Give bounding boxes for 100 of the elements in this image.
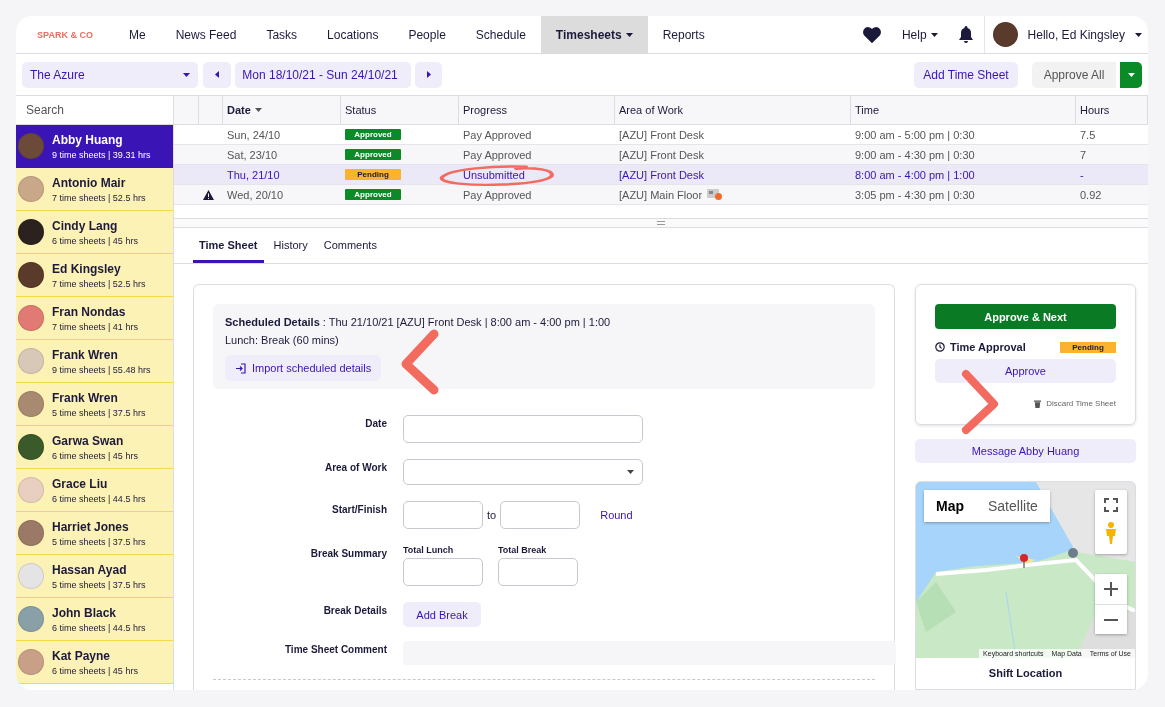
person-item[interactable]: Cindy Lang 6 time sheets | 45 hrs <box>16 211 173 254</box>
user-menu[interactable]: Hello, Ed Kingsley <box>983 16 1142 53</box>
person-item[interactable]: Frank Wren 9 time sheets | 55.48 hrs <box>16 340 173 383</box>
person-item[interactable]: Fran Nondas 7 time sheets | 41 hrs <box>16 297 173 340</box>
table-row[interactable]: Thu, 21/10 Pending Unsubmitted [AZU] Front Desk 8:00 am - 4:00 pm | 1:00 - <box>174 165 1148 185</box>
nav-tab[interactable]: Reports <box>647 16 720 53</box>
add-break-button[interactable]: Add Break <box>403 602 481 627</box>
table-cell-text: Pay Approved <box>462 188 533 201</box>
zoom-out-button[interactable] <box>1095 604 1127 634</box>
caret-icon <box>183 72 190 77</box>
nav-tab[interactable]: Me <box>114 16 161 53</box>
column-header[interactable]: Progress <box>459 96 615 124</box>
approve-button[interactable]: Approve <box>935 359 1116 383</box>
person-summary: 6 time sheets | 45 hrs <box>52 450 138 461</box>
column-header[interactable]: Status <box>341 96 459 124</box>
area-select[interactable] <box>403 459 643 485</box>
fullscreen-icon[interactable] <box>1104 498 1118 512</box>
import-button[interactable]: Import scheduled details <box>225 355 382 381</box>
column-header[interactable]: Hours <box>1076 96 1148 124</box>
nav-tab[interactable]: Locations <box>312 16 394 53</box>
caret-icon <box>1135 32 1142 37</box>
previous-week-button[interactable] <box>203 61 231 88</box>
column-header[interactable]: Time <box>851 96 1076 124</box>
approval-title: Time Approval <box>950 341 1026 353</box>
person-summary: 6 time sheets | 45 hrs <box>52 235 138 246</box>
total-lunch-field[interactable] <box>403 558 483 586</box>
table-cell-text: Wed, 20/10 <box>226 188 285 201</box>
column-header[interactable]: Area of Work <box>615 96 851 124</box>
approve-next-button[interactable]: Approve & Next <box>935 304 1116 329</box>
nav-tab[interactable]: News Feed <box>160 16 252 53</box>
person-name: Cindy Lang <box>52 218 119 233</box>
person-item[interactable]: Frank Wren 5 time sheets | 37.5 hrs <box>16 383 173 426</box>
column-header[interactable]: Date <box>223 96 341 124</box>
table-cell-text: 9:00 am - 5:00 pm | 0:30 <box>854 128 976 141</box>
bell-icon[interactable] <box>957 25 974 44</box>
table-cell: [AZU] Front Desk <box>619 148 704 161</box>
approve-options-button[interactable] <box>1120 61 1142 88</box>
person-item[interactable]: Garwa Swan 6 time sheets | 45 hrs <box>16 426 173 469</box>
field-label: Start/Finish <box>331 503 387 515</box>
approve-all-button[interactable]: Approve All <box>1032 61 1116 88</box>
status-badge: Approved <box>345 189 401 200</box>
person-figure-icon[interactable] <box>1105 522 1117 544</box>
person-name: Grace Liu <box>52 476 109 491</box>
person-name: Hassan Ayad <box>52 562 128 577</box>
person-item[interactable]: Ed Kingsley 7 time sheets | 52.5 hrs <box>16 254 173 297</box>
table-row[interactable]: Wed, 20/10 Approved Pay Approved [AZU] Main Floor 3:05 pm - 4:30 pm | 0:30 0.92 <box>174 185 1148 205</box>
status-badge: Approved <box>345 149 401 160</box>
person-name: Harriet Jones <box>52 519 130 534</box>
person-item[interactable]: Grace Liu 6 time sheets | 44.5 hrs <box>16 469 173 512</box>
add-time-sheet-button[interactable]: Add Time Sheet <box>914 61 1018 88</box>
round-link[interactable]: Round <box>600 509 633 521</box>
heart-icon[interactable] <box>861 25 882 44</box>
table-row[interactable]: Sat, 23/10 Approved Pay Approved [AZU] Front Desk 9:00 am - 4:30 pm | 0:30 7 <box>174 145 1148 165</box>
person-item[interactable]: Abby Huang 9 time sheets | 39.31 hrs <box>16 125 173 168</box>
field-label: Date <box>364 417 387 429</box>
map-type-tab[interactable]: Satellite <box>976 490 1050 522</box>
next-week-button[interactable] <box>415 61 442 88</box>
person-summary: 7 time sheets | 52.5 hrs <box>52 192 146 203</box>
left-arrow-icon <box>215 71 219 78</box>
field-label: Total Break <box>498 545 548 555</box>
person-item[interactable]: Antonio Mair 7 time sheets | 52.5 hrs <box>16 168 173 211</box>
table-cell-text: 9:00 am - 4:30 pm | 0:30 <box>854 148 976 161</box>
date-field[interactable] <box>403 415 643 443</box>
zoom-in-button[interactable] <box>1095 574 1127 604</box>
detail-tab[interactable]: History <box>267 230 314 263</box>
table-cell-text: 8:00 am - 4:00 pm | 1:00 <box>854 168 976 181</box>
nav-tab[interactable]: Schedule <box>460 16 541 53</box>
map-caption: Shift Location <box>987 666 1064 681</box>
message-button[interactable]: Message Abby Huang <box>915 439 1136 463</box>
person-item[interactable]: Kat Payne 6 time sheets | 45 hrs <box>16 641 173 684</box>
comment-field[interactable] <box>403 641 896 665</box>
map-type-tab[interactable]: Map <box>924 490 976 522</box>
plus-icon <box>1104 582 1118 596</box>
caret-icon <box>1127 72 1135 77</box>
start-field[interactable] <box>403 501 483 529</box>
person-item[interactable]: Hassan Ayad 5 time sheets | 37.5 hrs <box>16 555 173 598</box>
person-item[interactable]: Harriet Jones 5 time sheets | 37.5 hrs <box>16 512 173 555</box>
nav-tab[interactable]: Tasks <box>251 16 313 53</box>
discard-link[interactable]: Discard Time Sheet <box>1034 399 1116 408</box>
detail-tab[interactable]: Comments <box>317 230 383 263</box>
user-greeting: Hello, Ed Kingsley <box>1027 27 1125 42</box>
help-menu[interactable]: Help <box>891 27 948 42</box>
drag-handle-icon[interactable] <box>657 221 665 225</box>
status-badge: Approved <box>345 129 401 140</box>
person-summary: 5 time sheets | 37.5 hrs <box>52 536 146 547</box>
nav-tab[interactable]: People <box>393 16 461 53</box>
status-badge: Pending <box>1060 341 1116 353</box>
detail-tab[interactable]: Time Sheet <box>193 230 264 263</box>
person-item[interactable]: John Black 6 time sheets | 44.5 hrs <box>16 598 173 641</box>
finish-field[interactable] <box>500 501 581 529</box>
person-summary: 9 time sheets | 39.31 hrs <box>52 149 151 160</box>
week-range-select[interactable]: Mon 18/10/21 - Sun 24/10/21 <box>235 61 411 88</box>
person-name: Abby Huang <box>52 132 124 147</box>
table-cell-text: 0.92 <box>1079 188 1103 201</box>
field-label: Break Summary <box>309 547 387 559</box>
location-select[interactable]: The Azure <box>22 61 198 88</box>
nav-tab[interactable]: Timesheets <box>540 16 648 53</box>
total-break-field[interactable] <box>498 558 578 586</box>
person-summary: 6 time sheets | 44.5 hrs <box>52 622 146 633</box>
person-summary: 5 time sheets | 37.5 hrs <box>52 407 146 418</box>
